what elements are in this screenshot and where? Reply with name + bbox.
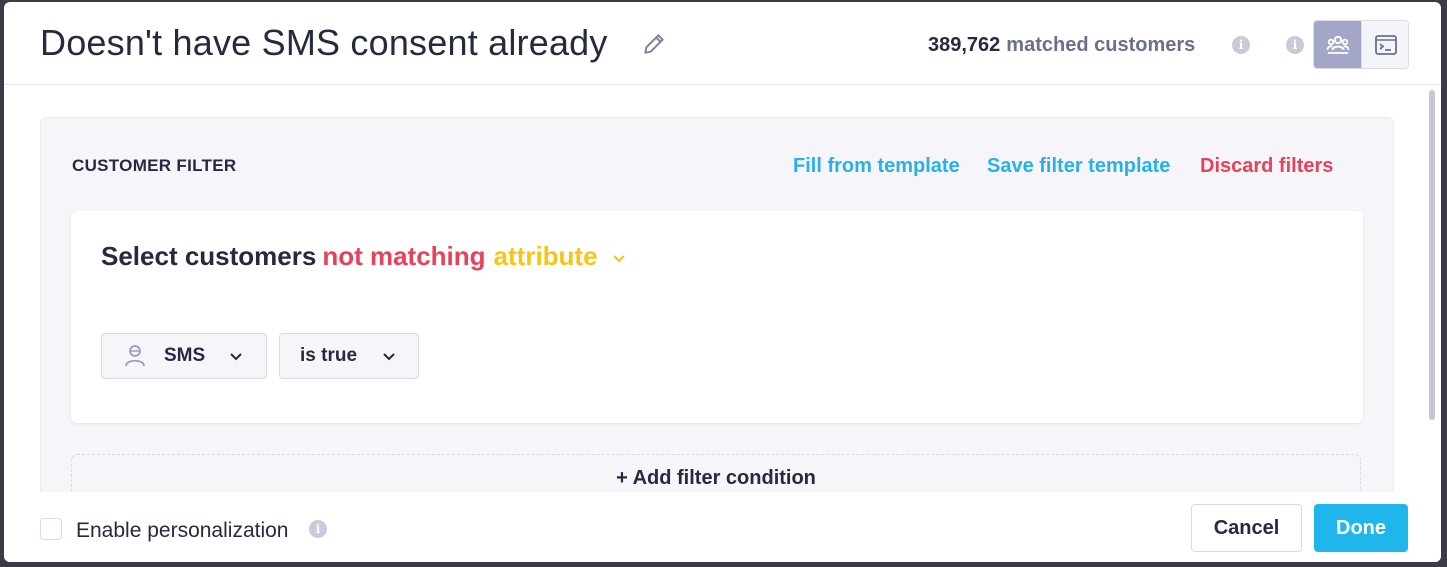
attribute-select[interactable]: SMS [101, 333, 267, 379]
select-prefix: Select customers [101, 241, 317, 271]
view-toggle [1313, 20, 1409, 69]
chevron-down-icon [383, 353, 395, 361]
filter-modal: Doesn't have SMS consent already 389,762… [4, 2, 1441, 562]
done-button[interactable]: Done [1314, 504, 1408, 552]
scrollbar[interactable] [1429, 90, 1435, 420]
filter-card: Select customers not matching attribute SM… [71, 211, 1363, 423]
matched-label: matched customers [1006, 34, 1196, 56]
matched-count: 389,762 [928, 34, 1001, 56]
attribute-value: SMS [164, 345, 206, 366]
info-icon[interactable]: i [1232, 36, 1250, 54]
fill-from-template-link[interactable]: Fill from template [793, 155, 960, 178]
customer-filter-panel: CUSTOMER FILTER Fill from template Save … [40, 117, 1394, 514]
user-icon [125, 345, 145, 367]
operator-select[interactable]: is true [279, 333, 419, 379]
info-icon[interactable]: i [1286, 36, 1304, 54]
cancel-button[interactable]: Cancel [1191, 504, 1302, 552]
matching-mode-toggle[interactable]: not matching [322, 241, 485, 271]
code-view-button[interactable] [1361, 21, 1408, 68]
terminal-icon [1374, 34, 1397, 55]
customers-icon [1326, 35, 1349, 54]
discard-filters-link[interactable]: Discard filters [1200, 155, 1333, 178]
page-title: Doesn't have SMS consent already [40, 22, 608, 63]
customers-view-button[interactable] [1314, 21, 1361, 68]
filter-statement: Select customers not matching attribute [101, 241, 628, 272]
chevron-down-icon[interactable] [610, 249, 628, 267]
personalization-label: Enable personalization [76, 519, 289, 542]
operator-value: is true [300, 345, 358, 366]
personalization-checkbox[interactable] [40, 518, 62, 540]
matched-customers: 389,762 matched customers [928, 34, 1195, 57]
section-title: CUSTOMER FILTER [72, 156, 237, 175]
save-filter-template-link[interactable]: Save filter template [987, 155, 1170, 178]
filter-type-dropdown[interactable]: attribute [494, 241, 598, 271]
pencil-icon[interactable] [641, 31, 667, 57]
chevron-down-icon [230, 353, 242, 361]
info-icon[interactable]: i [309, 520, 327, 538]
modal-footer: Enable personalization i Cancel Done [4, 492, 1441, 562]
modal-header: Doesn't have SMS consent already 389,762… [4, 2, 1441, 85]
